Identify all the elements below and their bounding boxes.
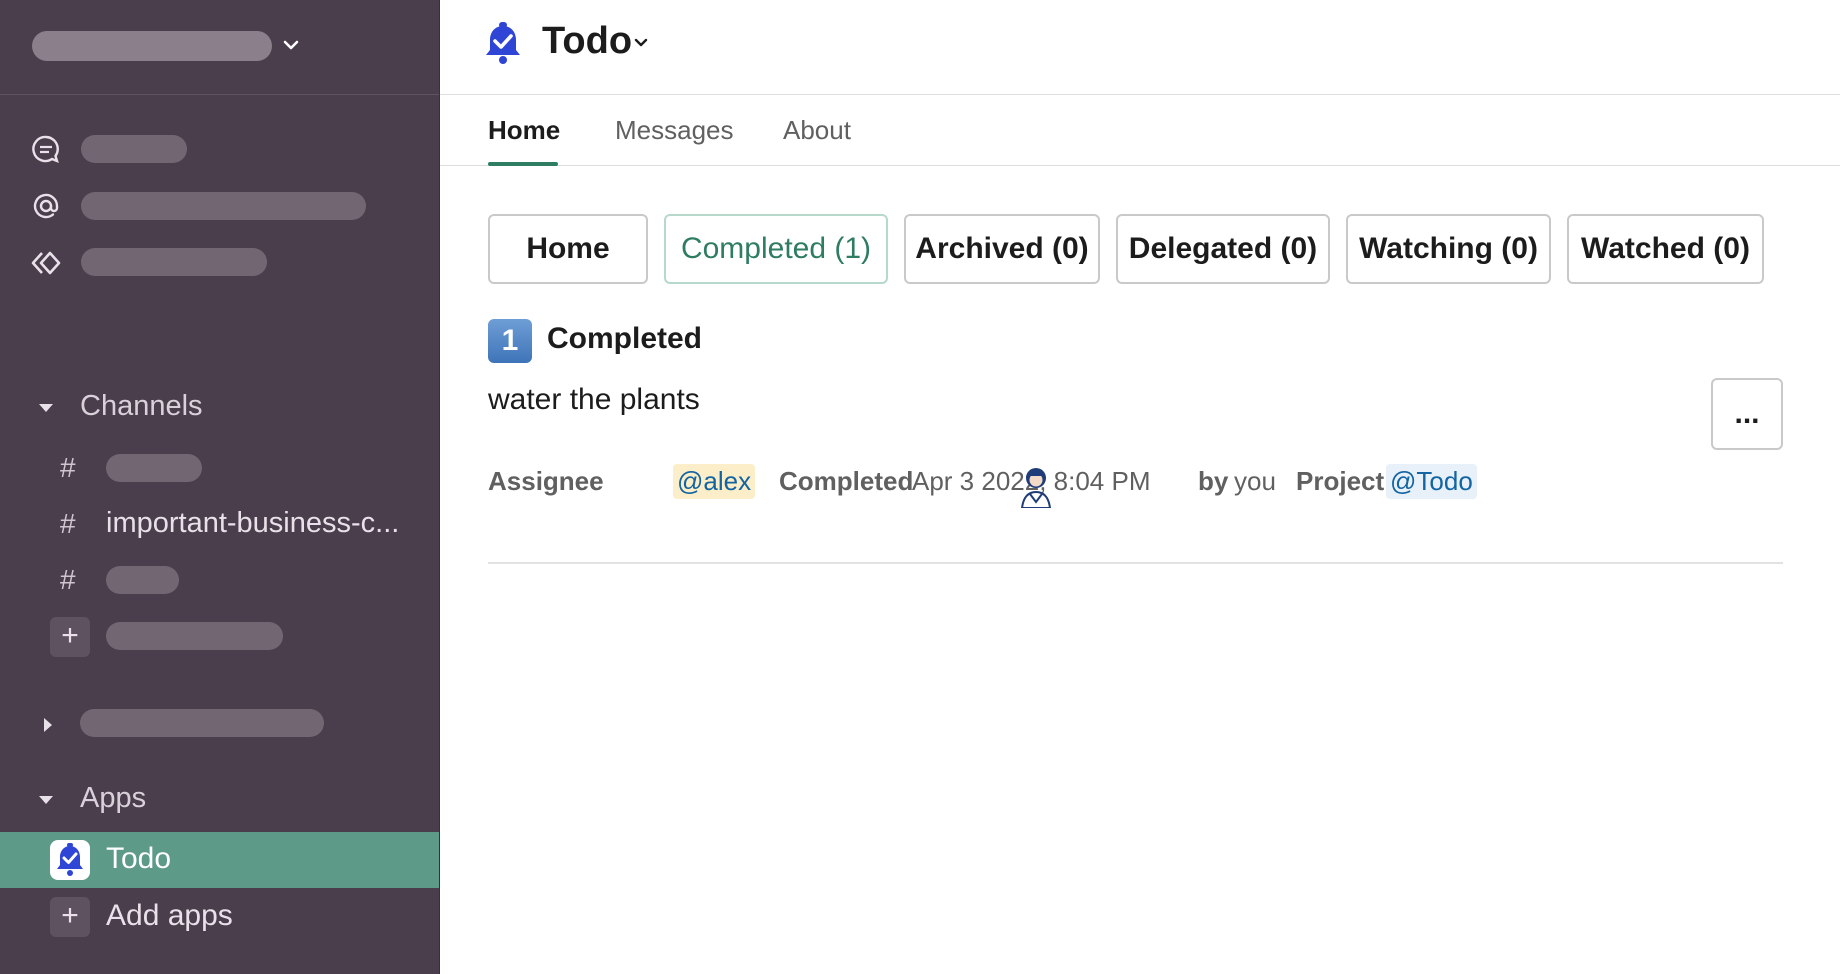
channels-section-header[interactable]: Channels [0,383,439,431]
tab-home[interactable]: Home [488,115,560,146]
section-divider [488,562,1783,564]
filter-watched-button[interactable]: Watched (0) [1567,214,1764,284]
filter-archived-button[interactable]: Archived (0) [904,214,1100,284]
apps-section-header[interactable]: Apps [0,775,439,823]
avatar [1020,468,1052,508]
nav-item-redacted[interactable] [81,135,187,163]
nav-item-redacted[interactable] [81,192,366,220]
project-mention[interactable]: @Todo [1386,464,1477,499]
app-label-todo[interactable]: Todo [106,842,171,876]
task-text: water the plants [488,383,700,416]
canvas-icon[interactable] [30,247,62,279]
caret-down-icon[interactable] [36,398,56,418]
nav-item-redacted[interactable] [81,248,267,276]
chevron-down-icon[interactable] [282,32,300,58]
section-name-redacted[interactable] [80,709,324,737]
bell-check-icon [486,22,520,64]
app-title[interactable]: Todo [542,20,632,63]
active-tab-indicator [488,162,558,166]
sidebar: Channels # # important-business-c... # +… [0,0,439,974]
app-tabs: Home Messages About [440,95,1840,166]
tab-messages[interactable]: Messages [615,115,734,146]
collapsed-section-header[interactable] [0,700,439,748]
assignee-label: Assignee [488,466,604,496]
task-meta: Assignee @alex Completed Apr 3 2022, 8:0… [488,462,1488,502]
completed-label: Completed [779,466,914,496]
add-apps-label[interactable]: Add apps [106,899,233,933]
by-label: by [1198,466,1229,496]
plus-icon[interactable]: + [50,897,90,937]
filter-home-button[interactable]: Home [488,214,648,284]
filter-watching-button[interactable]: Watching (0) [1346,214,1551,284]
mentions-icon[interactable] [30,190,62,222]
channel-name-redacted[interactable] [106,454,202,482]
tab-about[interactable]: About [783,115,851,146]
filter-delegated-button[interactable]: Delegated (0) [1116,214,1330,284]
hash-icon: # [60,452,76,483]
channel-name-redacted[interactable] [106,566,179,594]
add-channels-label-redacted[interactable] [106,622,283,650]
chevron-down-icon[interactable] [632,34,650,52]
bell-check-icon [57,843,83,876]
caret-right-icon[interactable] [38,715,58,735]
assignee-mention[interactable]: @alex [673,464,756,499]
todo-app-icon [50,840,90,880]
section-title: Completed [547,322,703,355]
sidebar-app-todo[interactable]: Todo [0,832,439,888]
app-header: Todo [440,0,1840,95]
count-badge: 1 [488,319,532,363]
plus-icon[interactable]: + [50,617,90,657]
filter-completed-button[interactable]: Completed (1) [664,214,888,284]
channels-label: Channels [80,390,203,422]
more-options-button[interactable]: ... [1711,378,1783,450]
apps-label: Apps [80,782,147,814]
hash-icon: # [60,564,76,595]
workspace-name-redacted[interactable] [32,31,272,61]
workspace-header[interactable] [0,0,439,95]
by-value: you [1234,466,1276,496]
caret-down-icon[interactable] [36,790,56,810]
threads-icon[interactable] [30,133,62,165]
channel-label[interactable]: important-business-c... [106,507,399,540]
project-label: Project [1296,466,1385,496]
main-pane: Todo Home Messages About Home Completed … [440,0,1840,974]
hash-icon: # [60,508,76,539]
